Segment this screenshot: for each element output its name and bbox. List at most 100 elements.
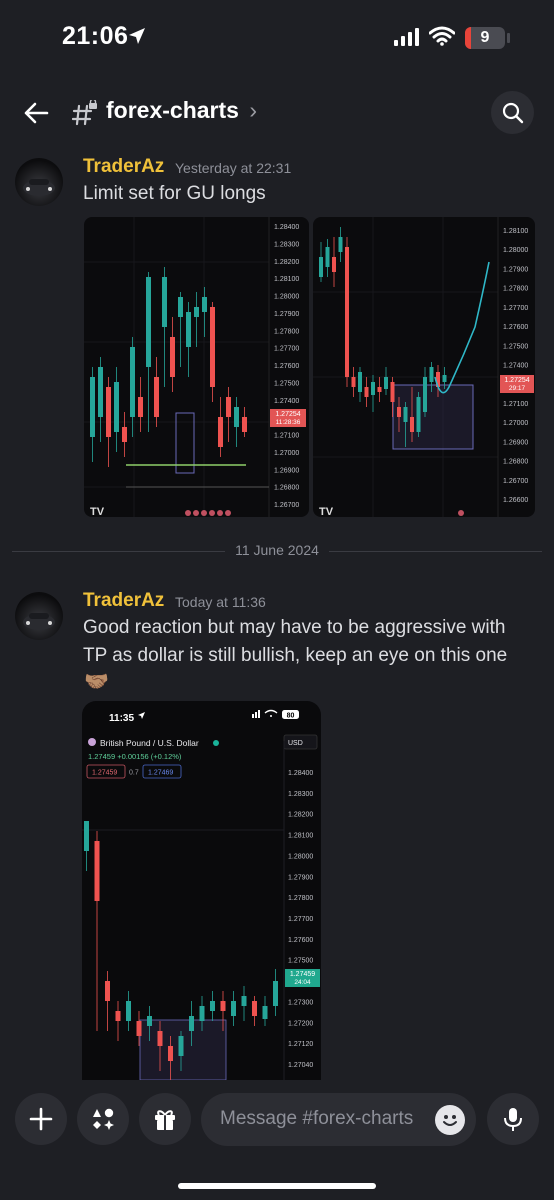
message-timestamp: Today at 11:36 [175,594,266,610]
candle-body [130,347,135,417]
candle-body [90,377,95,437]
price-scale-label: 1.27800 [274,328,299,335]
candle-body [273,981,278,1006]
handshake-emoji: 🤝🏽 [84,671,109,693]
candle-body [234,407,239,427]
price-scale-label: 1.27500 [288,958,313,965]
price-scale-label: 1.26600 [503,497,528,504]
candle-body [94,841,100,901]
price-scale-label: 1.27900 [274,311,299,318]
price-scale-label: 1.27800 [503,286,528,293]
candle-body [170,337,175,377]
candle-body [390,382,395,402]
candle-body [429,367,434,382]
chart-image-1[interactable]: 1.28400 1.28300 1.28200 1.28100 1.28000 1.279… [84,217,309,517]
status-time: 21:06 [62,22,129,50]
price-scale-label: 1.26800 [274,485,299,492]
price-scale-label: 1.26800 [503,459,528,466]
wifi-icon [429,26,455,46]
screenshot-current-price: 1.27459 [290,971,315,978]
tradingview-logo: TV [319,506,334,517]
back-arrow-icon[interactable] [22,99,50,127]
candle-body [226,397,231,417]
tradingview-logo: TV [90,506,105,517]
search-icon [502,102,523,123]
add-attachment-button[interactable] [15,1093,67,1145]
candle-body [210,1001,215,1011]
candle-body [199,1006,205,1021]
gift-button[interactable] [139,1093,191,1145]
price-scale-label: 1.27700 [503,305,528,312]
price-scale-label: 1.27120 [288,1041,313,1048]
screenshot-image[interactable]: 11:35 80 British Pound / U.S. Dollar USD… [82,701,321,1080]
avatar[interactable] [15,592,63,640]
candle-body [202,297,207,312]
price-scale-label: 1.28400 [274,224,299,231]
price-scale-label: 1.28100 [274,276,299,283]
microphone-icon [504,1108,522,1131]
candle-body [146,277,151,367]
chart-2-current-price: 1.27254 [504,377,529,384]
candle-body [242,417,247,432]
price-scale-label: 1.26900 [503,439,528,446]
avatar[interactable] [15,158,63,206]
price-scale-label: 1.27040 [288,1062,313,1069]
price-scale-label: 1.28000 [503,247,528,254]
candle-body [138,397,143,417]
candle-body [338,237,343,252]
home-indicator [178,1183,376,1189]
date-divider-label: 11 June 2024 [225,542,329,558]
price-scale-label: 1.27200 [288,1020,313,1027]
chart-image-2[interactable]: 1.28100 1.28000 1.27900 1.27800 1.27700 1.276… [313,217,535,517]
candle-body [114,382,119,432]
price-scale-label: 1.27300 [288,999,313,1006]
price-scale-label: 1.27900 [288,874,313,881]
chart-1-svg: 1.28400 1.28300 1.28200 1.28100 1.28000 1.279… [84,217,306,517]
price-scale-label: 1.26700 [274,502,299,509]
channel-title[interactable]: forex-charts › [106,97,257,124]
message-input[interactable]: Message #forex-charts [201,1093,476,1146]
battery-cap [507,33,510,43]
price-scale-label: 1.27100 [274,433,299,440]
price-scale-label: 1.27100 [503,401,528,408]
candle-body [115,1011,121,1021]
candle-body [371,382,375,395]
smiley-icon [443,1115,457,1126]
candle-body [231,1001,236,1016]
price-scale-label: 1.27600 [274,363,299,370]
price-scale-label: 1.27000 [274,450,299,457]
plus-icon [29,1107,53,1131]
price-scale-label: 1.27600 [503,324,528,331]
search-button[interactable] [491,91,534,134]
price-scale-label: 1.28000 [274,294,299,301]
candle-body [210,307,215,387]
candle-body [319,257,323,277]
apps-button[interactable] [77,1093,129,1145]
price-scale-label: 1.28000 [288,853,313,860]
message-author[interactable]: TraderAz [83,156,164,178]
candle-body [377,387,382,392]
candle-body [194,307,199,317]
apps-icon [93,1108,114,1130]
candle-body [358,372,362,392]
price-scale-label: 1.28300 [288,791,313,798]
candle-body [416,397,421,432]
message-author[interactable]: TraderAz [83,590,164,612]
price-scale-label: 1.28100 [503,228,528,235]
voice-message-button[interactable] [487,1093,539,1145]
candle-body [178,1036,184,1056]
price-scale-label: 1.27800 [288,895,313,902]
candle-body [189,1016,194,1031]
candle-body [178,297,183,317]
spread: 0.7 [129,770,139,777]
price-scale-label: 1.26900 [274,467,299,474]
candle-body [105,981,110,1001]
candle-body [168,1046,173,1061]
emoji-button[interactable] [435,1105,465,1135]
price-scale-label: 1.28100 [288,833,313,840]
chevron-right-icon: › [249,97,257,123]
chart-1-current-time: 11:28:36 [276,419,301,426]
location-arrow-icon [129,28,145,44]
channel-name: forex-charts [106,97,239,123]
avatar-car-image [23,179,55,196]
